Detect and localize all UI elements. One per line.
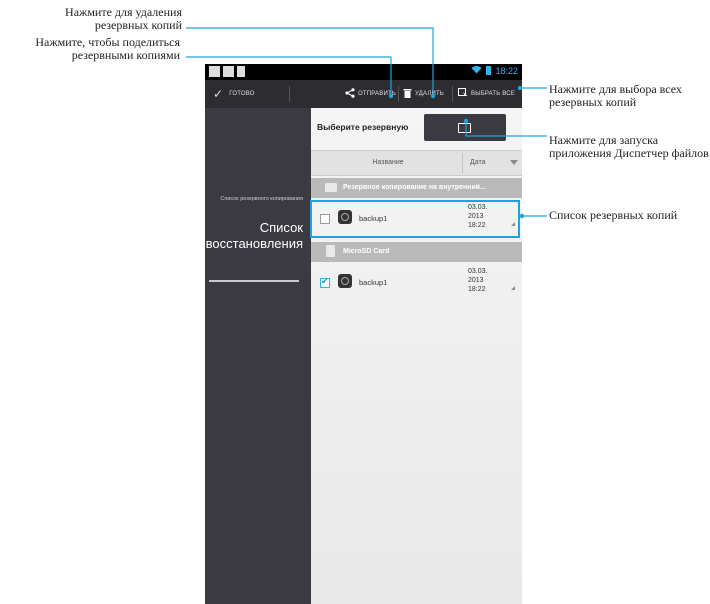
backup-date: 03.03. 2013 18:22 (468, 268, 488, 293)
trash-icon (403, 88, 412, 100)
checkmark-icon: ✓ (213, 87, 224, 101)
callout-select-all: Нажмите для выбора всех резервных копий (549, 82, 682, 109)
mail-notification-icon (223, 66, 234, 77)
delete-button[interactable]: УДАЛИТЬ (403, 80, 444, 108)
battery-icon (486, 66, 492, 75)
file-manager-button[interactable] (424, 114, 506, 141)
backup-app-icon (338, 274, 352, 288)
list-item[interactable]: backup1 03.03. 2013 18:22 (311, 264, 522, 302)
main-content: Выберите резервную Название Дата Резервн… (311, 108, 522, 604)
sdcard-notification-icon (237, 66, 245, 77)
share-label: ОТПРАВИТЬ (358, 91, 396, 97)
column-header: Название Дата (311, 150, 522, 176)
sdcard-icon (326, 245, 335, 257)
section-internal-storage: Резервное копирование на внутренний... (311, 178, 522, 198)
status-time: 18:22 (495, 65, 518, 76)
sidebar-selection-indicator (209, 280, 299, 282)
action-bar-divider (452, 86, 453, 102)
section-microsd: MicroSD Card (311, 242, 522, 262)
callout-share: Нажмите, чтобы поделиться резервными коп… (35, 35, 180, 62)
action-bar-divider (289, 86, 290, 102)
folder-icon (458, 123, 471, 133)
status-bar: 18:22 (205, 64, 522, 80)
action-bar-divider (398, 86, 399, 102)
column-name[interactable]: Название (343, 159, 433, 166)
sort-arrow-icon[interactable] (510, 160, 518, 165)
content-header: Выберите резервную (311, 108, 522, 148)
callout-backup-list: Список резервных копий (549, 208, 678, 222)
callout-file-manager: Нажмите для запуска приложения Диспетчер… (549, 133, 709, 160)
sidebar-item-backup-list[interactable]: Список резервного копирования (213, 196, 303, 203)
select-all-button[interactable]: ВЫБРАТЬ ВСЕ (458, 80, 515, 108)
delete-label: УДАЛИТЬ (415, 91, 444, 97)
wifi-icon (471, 65, 482, 76)
select-all-label: ВЫБРАТЬ ВСЕ (471, 91, 515, 97)
row-corner-icon (511, 286, 515, 290)
page-title: Выберите резервную (317, 122, 409, 132)
gallery-notification-icon (209, 66, 220, 77)
sidebar-item-restore-list[interactable]: Список восстановления (205, 220, 303, 252)
section-label: MicroSD Card (343, 248, 390, 255)
backup-list-highlight (310, 200, 520, 238)
callout-delete: Нажмите для удаления резервных копий (65, 5, 182, 32)
backup-name: backup1 (359, 278, 388, 287)
column-date[interactable]: Дата (470, 159, 486, 166)
done-button[interactable]: ✓ ГОТОВО (213, 80, 255, 108)
phone-screen: 18:22 ✓ ГОТОВО ОТПРАВИТЬ УДАЛИТЬ ВЫБРАТЬ… (205, 64, 522, 604)
column-divider (462, 153, 463, 173)
action-bar: ✓ ГОТОВО ОТПРАВИТЬ УДАЛИТЬ ВЫБРАТЬ ВСЕ (205, 80, 522, 108)
share-icon (345, 88, 355, 100)
section-label: Резервное копирование на внутренний... (343, 184, 486, 191)
sidebar: Список резервного копирования Список вос… (205, 108, 311, 604)
done-label: ГОТОВО (229, 91, 255, 97)
backup-checkbox[interactable] (320, 276, 330, 288)
folder-icon (325, 183, 337, 192)
share-button[interactable]: ОТПРАВИТЬ (345, 80, 396, 108)
select-all-icon (458, 88, 468, 100)
